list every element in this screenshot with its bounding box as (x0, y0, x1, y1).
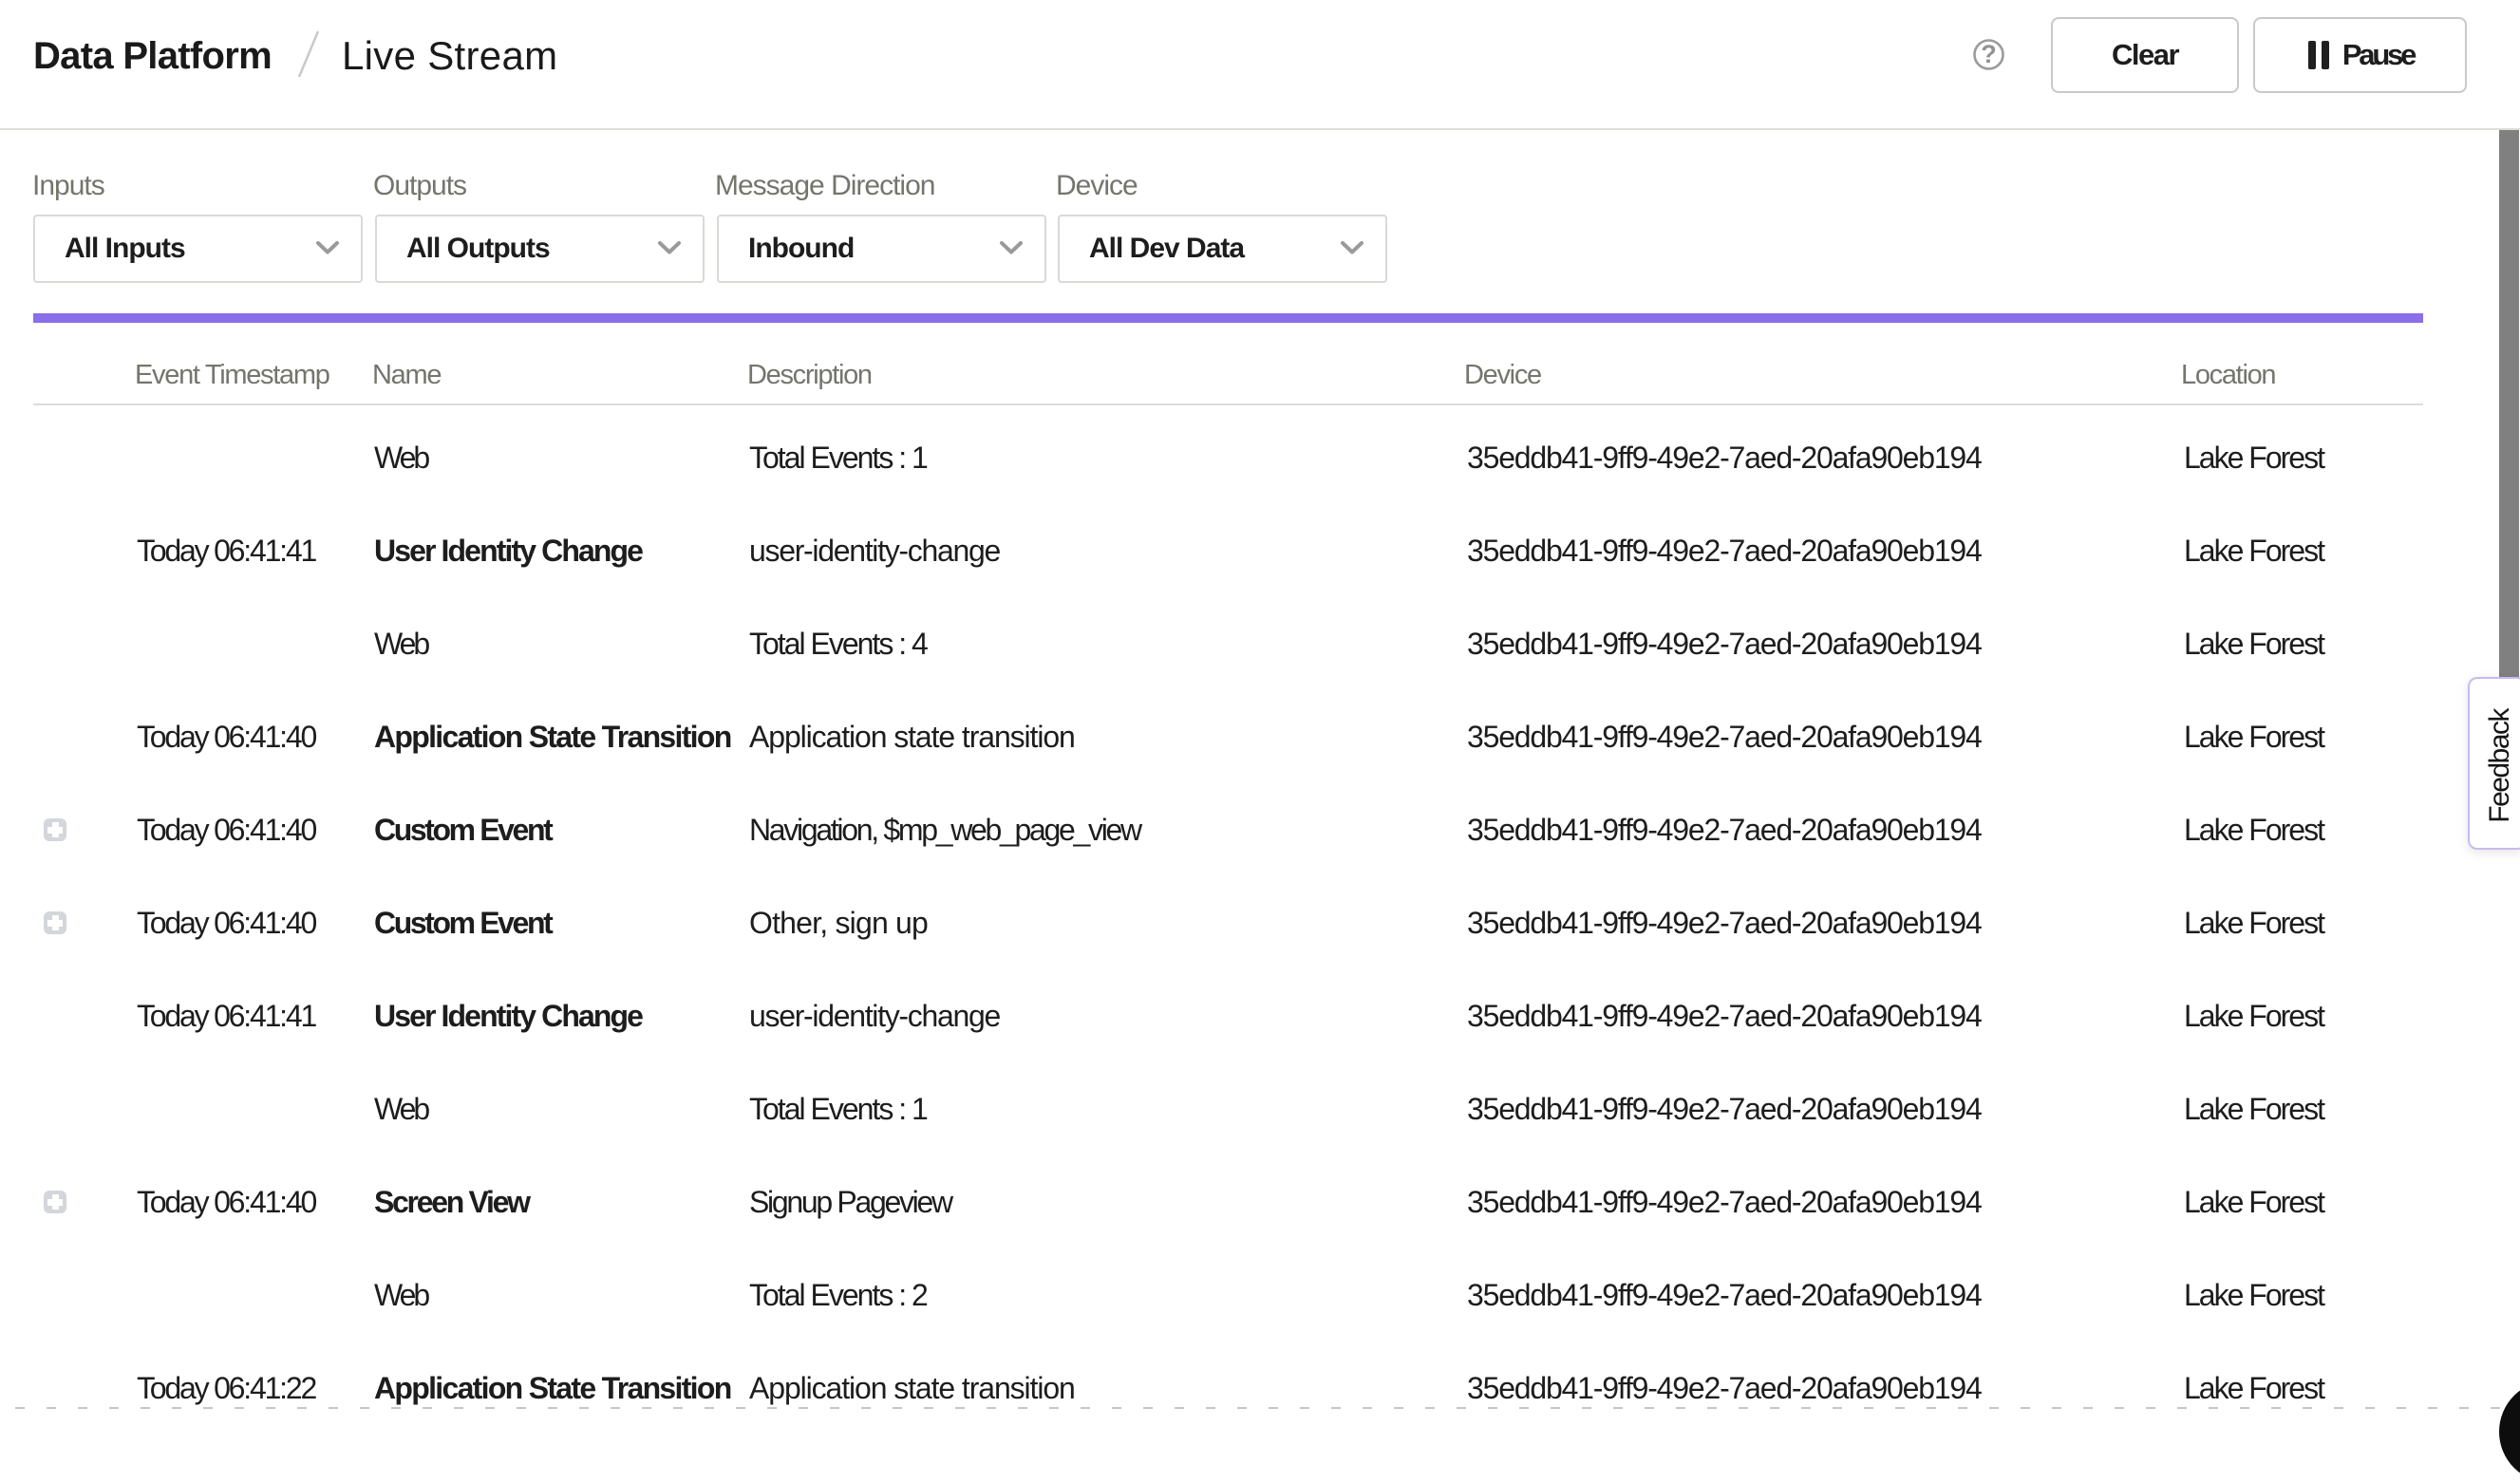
svg-text:?: ? (1981, 40, 1997, 68)
